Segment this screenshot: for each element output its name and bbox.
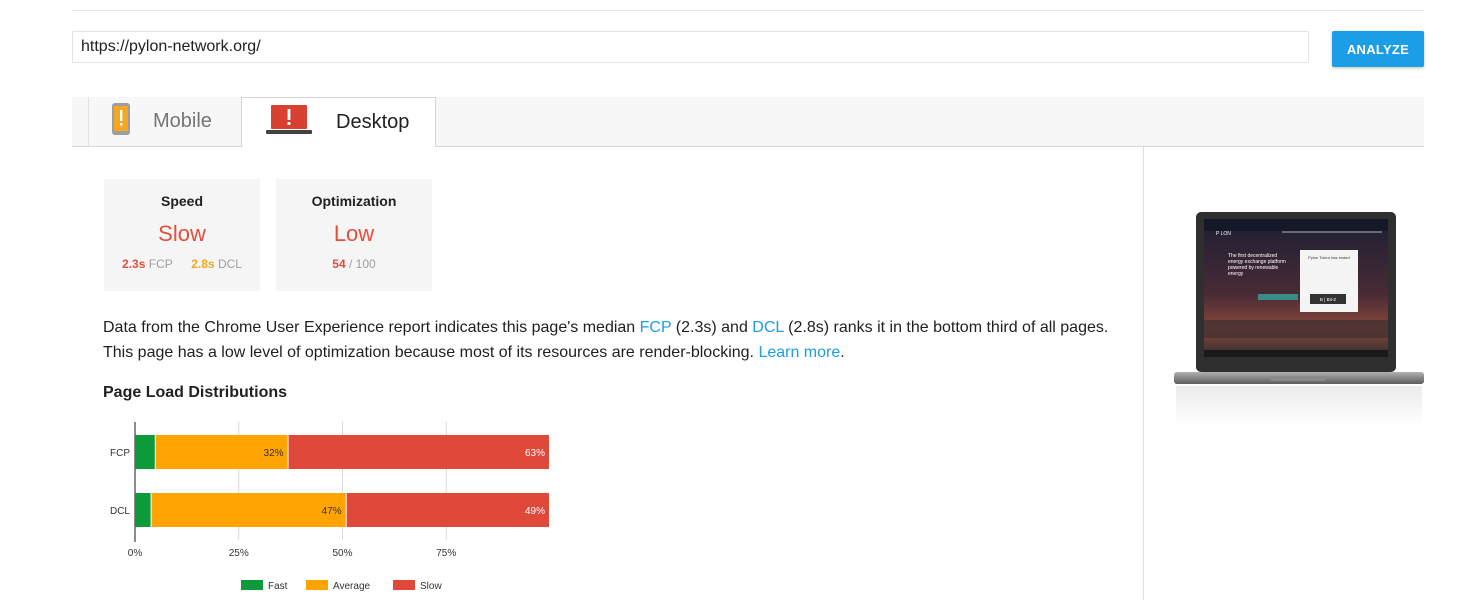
laptop-warning-icon	[266, 104, 312, 142]
optimization-score-max: / 100	[349, 257, 376, 271]
category-label: FCP	[110, 448, 130, 459]
tab-mobile-label: Mobile	[153, 110, 212, 132]
x-tick-label: 75%	[436, 548, 456, 559]
legend-swatch-fast	[241, 580, 263, 590]
speed-metrics: 2.3s FCP 2.8s DCL	[104, 257, 260, 271]
optimization-score: 54 / 100	[276, 257, 432, 271]
optimization-value: Low	[333, 221, 375, 246]
summary-part1: Data from the Chrome User Experience rep…	[103, 319, 640, 336]
fcp-label: FCP	[148, 257, 173, 271]
dcl-label: DCL	[217, 257, 242, 271]
dcl-value: 2.8s	[191, 257, 215, 271]
category-label: DCL	[110, 506, 130, 517]
bar-slow	[346, 493, 549, 527]
device-tabbar: Mobile Desktop	[72, 97, 1424, 147]
x-tick-label: 0%	[128, 548, 143, 559]
tab-desktop-label: Desktop	[336, 111, 410, 133]
bar-fast	[135, 435, 155, 469]
legend-label: Slow	[420, 581, 442, 592]
optimization-title: Optimization	[311, 193, 397, 209]
speed-value: Slow	[158, 221, 206, 246]
bar-average	[151, 493, 346, 527]
optimization-score-value: 54	[332, 257, 346, 271]
top-divider	[72, 10, 1424, 11]
legend-label: Fast	[268, 581, 288, 592]
legend-label: Average	[333, 581, 371, 592]
x-tick-label: 25%	[229, 548, 249, 559]
preview-popup-button: B | Bit-Z	[1320, 297, 1336, 302]
preview-logo: P LON	[1216, 231, 1231, 237]
summary-part4: .	[840, 344, 845, 361]
bar-slow	[288, 435, 549, 469]
data-label: 63%	[525, 448, 545, 459]
learn-more-link[interactable]: Learn more	[758, 344, 840, 361]
optimization-card: Optimization Low 54 / 100	[276, 179, 432, 291]
content-divider	[1143, 147, 1144, 600]
fcp-link[interactable]: FCP	[640, 319, 672, 336]
legend-swatch-slow	[393, 580, 415, 590]
tab-desktop[interactable]: Desktop	[241, 97, 436, 147]
speed-title: Speed	[160, 193, 203, 209]
data-label: 47%	[322, 506, 342, 517]
fcp-value: 2.3s	[122, 257, 146, 271]
summary-text: Data from the Chrome User Experience rep…	[103, 315, 1123, 365]
mobile-phone-warning-icon	[111, 102, 131, 142]
legend-swatch-average	[306, 580, 328, 590]
data-label: 32%	[264, 448, 284, 459]
dcl-link[interactable]: DCL	[752, 319, 783, 336]
page-load-distribution-chart: 0% 25% 50% 75% FCP 32% 63% DCL 47% 49% Fast Average…	[110, 422, 549, 592]
x-tick-label: 50%	[332, 548, 352, 559]
bar-fast	[135, 493, 151, 527]
page-load-distributions-title: Page Load Distributions	[103, 384, 288, 401]
data-label: 49%	[525, 506, 545, 517]
tab-mobile[interactable]: Mobile	[88, 97, 241, 146]
summary-part2: (2.3s) and	[671, 319, 753, 336]
preview-popup-title: Pylon Token has ended	[1308, 255, 1350, 260]
url-input[interactable]: https://pylon-network.org/	[72, 31, 1309, 63]
analyze-button[interactable]: ANALYZE	[1332, 31, 1424, 67]
speed-card: Speed Slow 2.3s FCP 2.8s DCL	[104, 179, 260, 291]
desktop-screenshot-preview: P LON The first decentralized energy exc…	[1174, 212, 1424, 426]
